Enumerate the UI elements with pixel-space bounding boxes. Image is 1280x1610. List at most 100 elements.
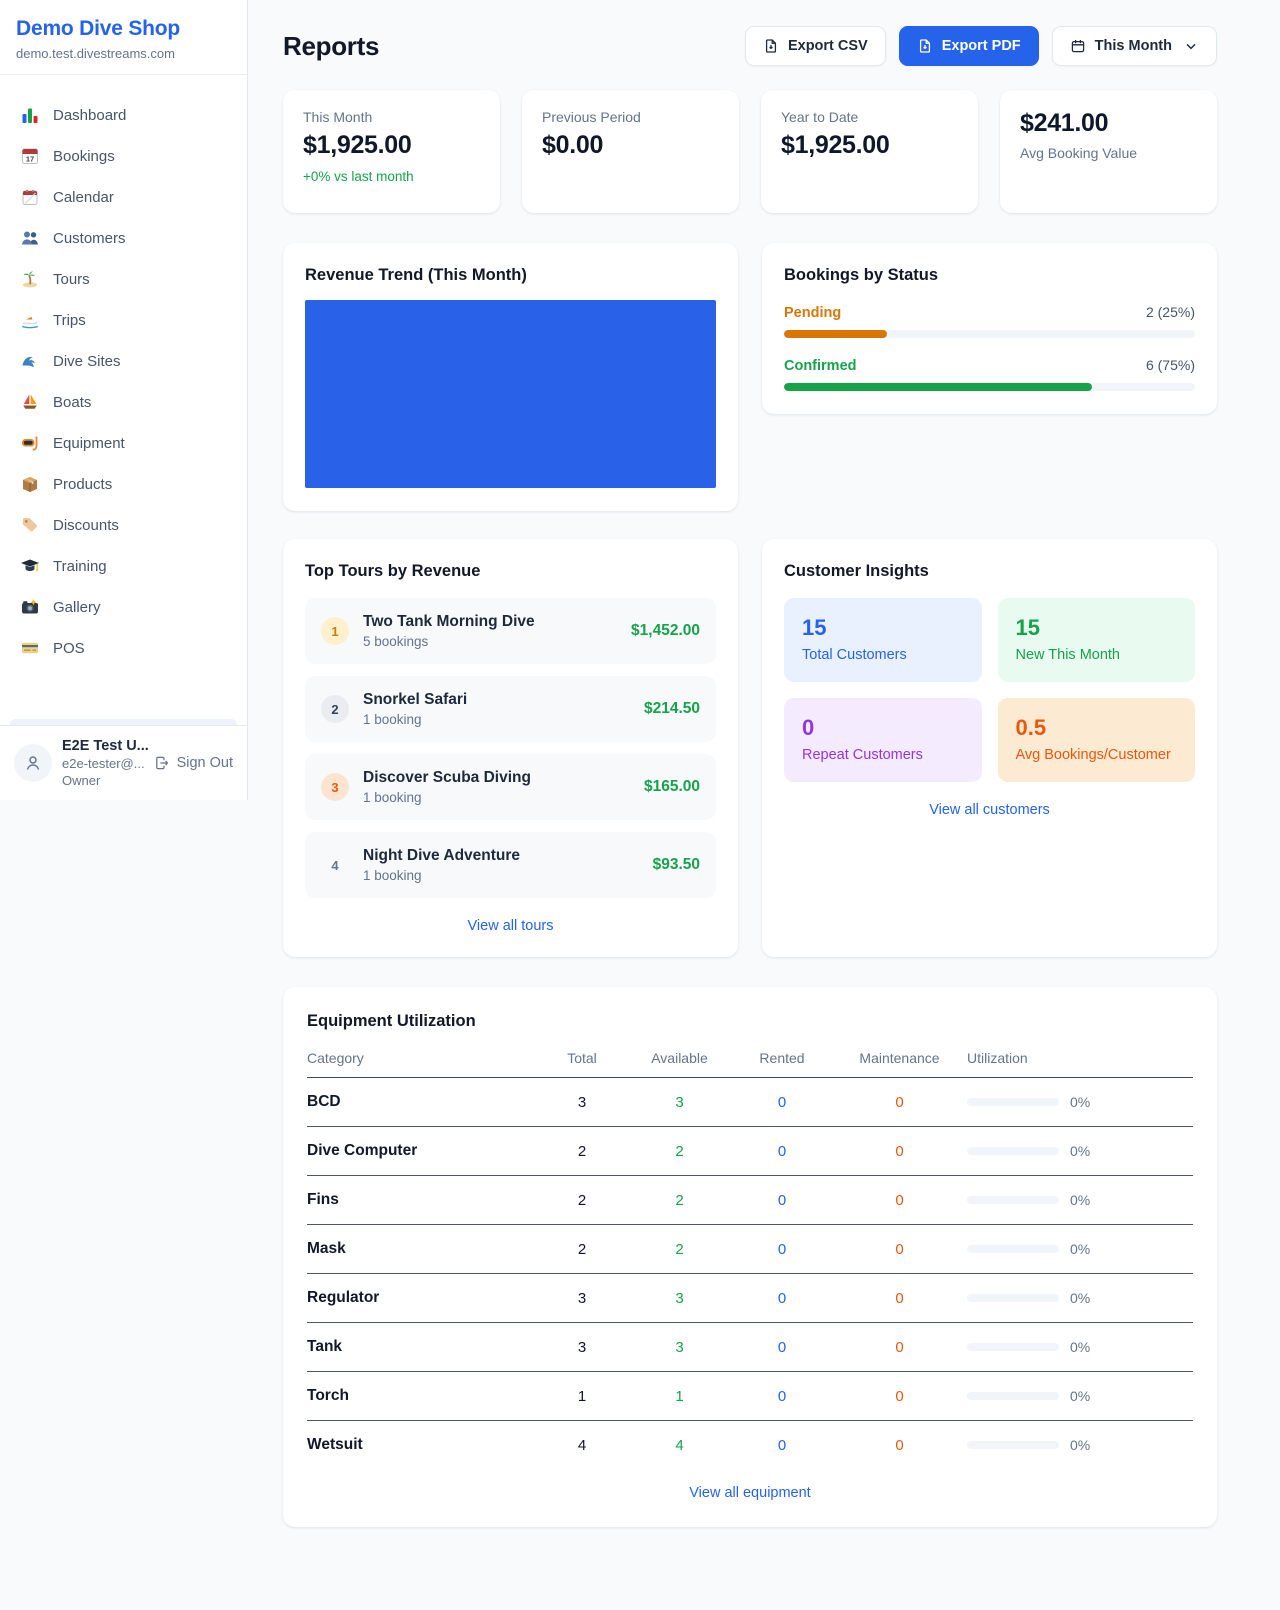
table-row: Mask 2 2 0 0 0% <box>307 1225 1193 1274</box>
view-all-customers-link[interactable]: View all customers <box>784 802 1195 818</box>
utilization-label: 0% <box>1070 1388 1090 1404</box>
revenue-trend-title: Revenue Trend (This Month) <box>305 266 716 285</box>
sidebar-item-calendar[interactable]: Calendar <box>10 177 237 217</box>
sidebar-item-label: Tours <box>53 271 90 288</box>
col-utilization: Utilization <box>967 1050 1193 1066</box>
file-download-icon <box>917 38 933 54</box>
status-list: Pending 2 (25%) Confirmed 6 (75%) <box>784 304 1195 391</box>
view-all-tours-link[interactable]: View all tours <box>305 918 716 934</box>
cell-available: 2 <box>627 1241 732 1258</box>
revenue-trend-card: Revenue Trend (This Month) <box>283 243 738 511</box>
brand-name: Demo Dive Shop <box>16 17 231 41</box>
sidebar-item-equipment[interactable]: Equipment <box>10 423 237 463</box>
stats-row: This Month $1,925.00 +0% vs last month P… <box>283 90 1217 213</box>
page-title: Reports <box>283 31 379 62</box>
sidebar-item-label: Customers <box>53 230 126 247</box>
cell-available: 3 <box>627 1339 732 1356</box>
rank-badge: 4 <box>321 851 349 879</box>
insight-tile: 0.5 Avg Bookings/Customer <box>998 698 1196 782</box>
sidebar-item-dashboard[interactable]: Dashboard <box>10 95 237 135</box>
sidebar-item-label: POS <box>53 640 85 657</box>
utilization-track <box>967 1441 1059 1449</box>
tile-label: Total Customers <box>802 647 964 663</box>
stat-value: $241.00 <box>1020 109 1197 138</box>
rank-badge: 1 <box>321 617 349 645</box>
cell-rented: 0 <box>732 1388 832 1405</box>
sidebar-item-products[interactable]: Products <box>10 464 237 504</box>
sidebar-item-discounts[interactable]: Discounts <box>10 505 237 545</box>
sidebar-item-tours[interactable]: Tours <box>10 259 237 299</box>
cell-total: 4 <box>537 1437 627 1454</box>
sidebar-item-customers[interactable]: Customers <box>10 218 237 258</box>
col-rented: Rented <box>732 1050 832 1066</box>
export-pdf-button[interactable]: Export PDF <box>899 26 1039 66</box>
cell-maintenance: 0 <box>832 1388 967 1405</box>
status-row: Confirmed 6 (75%) <box>784 357 1195 391</box>
utilization-label: 0% <box>1070 1143 1090 1159</box>
cell-maintenance: 0 <box>832 1290 967 1307</box>
col-category: Category <box>307 1050 537 1066</box>
bar-chart-icon <box>20 105 40 125</box>
sidebar-item-bookings[interactable]: 17 Bookings <box>10 136 237 176</box>
cell-rented: 0 <box>732 1339 832 1356</box>
credit-card-icon <box>20 638 40 658</box>
utilization-track <box>967 1196 1059 1204</box>
sidebar: Demo Dive Shop demo.test.divestreams.com… <box>0 0 248 800</box>
sidebar-item-label: Equipment <box>53 435 125 452</box>
user-avatar-icon <box>23 753 43 773</box>
page-header: Reports Export CSV Export PDF This Month <box>283 26 1217 66</box>
sidebar-item-label: Gallery <box>53 599 101 616</box>
main-content: Reports Export CSV Export PDF This Month… <box>248 0 1280 1527</box>
cell-rented: 0 <box>732 1437 832 1454</box>
sidebar-item-label: Products <box>53 476 112 493</box>
package-icon <box>20 474 40 494</box>
tour-revenue: $1,452.00 <box>631 622 700 640</box>
table-row: BCD 3 3 0 0 0% <box>307 1078 1193 1127</box>
sidebar-item-pos[interactable]: POS <box>10 628 237 668</box>
utilization-label: 0% <box>1070 1094 1090 1110</box>
cell-maintenance: 0 <box>832 1192 967 1209</box>
cell-rented: 0 <box>732 1290 832 1307</box>
stat-label: This Month <box>303 109 480 125</box>
table-row: Wetsuit 4 4 0 0 0% <box>307 1421 1193 1469</box>
table-row: Regulator 3 3 0 0 0% <box>307 1274 1193 1323</box>
sidebar-item-trips[interactable]: Trips <box>10 300 237 340</box>
rank-badge: 2 <box>321 695 349 723</box>
sidebar-item-training[interactable]: Training <box>10 546 237 586</box>
tour-revenue: $214.50 <box>644 700 700 718</box>
tour-name: Two Tank Morning Dive <box>363 613 617 631</box>
status-progress-fill <box>784 330 887 338</box>
cell-available: 3 <box>627 1290 732 1307</box>
period-dropdown[interactable]: This Month <box>1052 26 1217 66</box>
stat-card-avg-booking-value: $241.00 Avg Booking Value <box>1000 90 1217 213</box>
table-row: Dive Computer 2 2 0 0 0% <box>307 1127 1193 1176</box>
charts-row: Revenue Trend (This Month) Bookings by S… <box>283 243 1217 511</box>
tile-label: Avg Bookings/Customer <box>1016 747 1178 763</box>
sidebar-item-dive-sites[interactable]: Dive Sites <box>10 341 237 381</box>
utilization-label: 0% <box>1070 1339 1090 1355</box>
export-pdf-label: Export PDF <box>942 38 1021 54</box>
stat-card-previous-period: Previous Period $0.00 <box>522 90 739 213</box>
equipment-utilization-card: Equipment Utilization Category Total Ava… <box>283 987 1217 1527</box>
utilization-track <box>967 1392 1059 1400</box>
sign-out-button[interactable]: Sign Out <box>154 755 233 771</box>
view-all-equipment-link[interactable]: View all equipment <box>307 1485 1193 1501</box>
avatar <box>14 744 52 782</box>
rank-badge: 3 <box>321 773 349 801</box>
cell-available: 2 <box>627 1143 732 1160</box>
status-progress-fill <box>784 383 1092 391</box>
sidebar-item-label: Trips <box>53 312 86 329</box>
spiral-calendar-icon <box>20 187 40 207</box>
export-csv-button[interactable]: Export CSV <box>745 26 886 66</box>
sidebar-item-boats[interactable]: Boats <box>10 382 237 422</box>
cell-maintenance: 0 <box>832 1241 967 1258</box>
brand-domain: demo.test.divestreams.com <box>16 46 231 61</box>
cell-category: Tank <box>307 1338 537 1356</box>
cell-total: 3 <box>537 1339 627 1356</box>
list-item: 2 Snorkel Safari 1 booking $214.50 <box>305 676 716 742</box>
status-count: 2 (25%) <box>1146 304 1195 320</box>
sidebar-item-gallery[interactable]: Gallery <box>10 587 237 627</box>
cell-maintenance: 0 <box>832 1437 967 1454</box>
revenue-trend-chart <box>305 300 716 488</box>
col-maintenance: Maintenance <box>832 1050 967 1066</box>
